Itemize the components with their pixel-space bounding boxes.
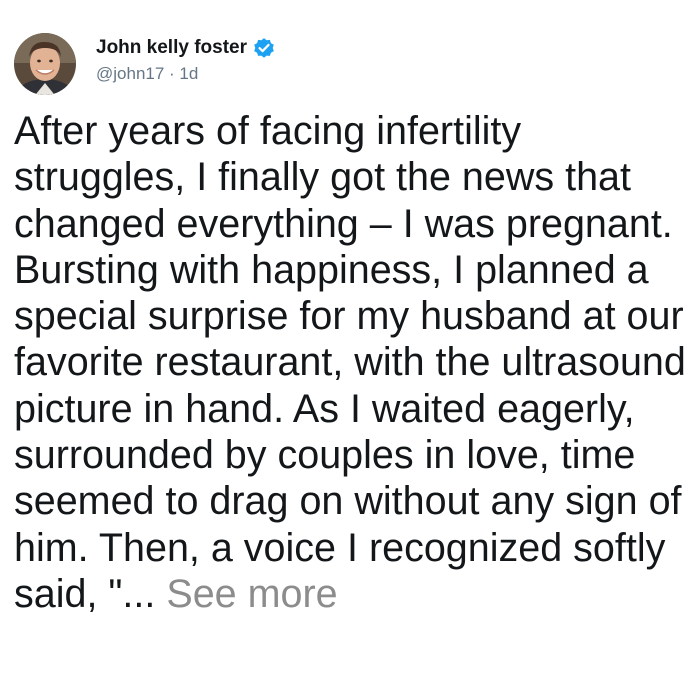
author-handle[interactable]: @john17	[96, 64, 164, 83]
tweet-header: John kelly foster @john17 · 1d	[14, 30, 654, 98]
display-name[interactable]: John kelly foster	[96, 37, 247, 59]
avatar[interactable]	[14, 33, 76, 95]
tweet-age[interactable]: 1d	[179, 64, 198, 83]
verified-badge-icon	[252, 36, 276, 60]
meta-separator: ·	[164, 64, 180, 83]
see-more-link[interactable]: See more	[166, 572, 337, 616]
tweet-text: After years of facing infertility strugg…	[14, 109, 686, 616]
avatar-photo-icon	[14, 33, 76, 95]
author-name-row: John kelly foster	[96, 35, 276, 61]
tweet-meta: @john17 · 1d	[96, 64, 198, 84]
tweet-body: After years of facing infertility strugg…	[14, 108, 686, 617]
